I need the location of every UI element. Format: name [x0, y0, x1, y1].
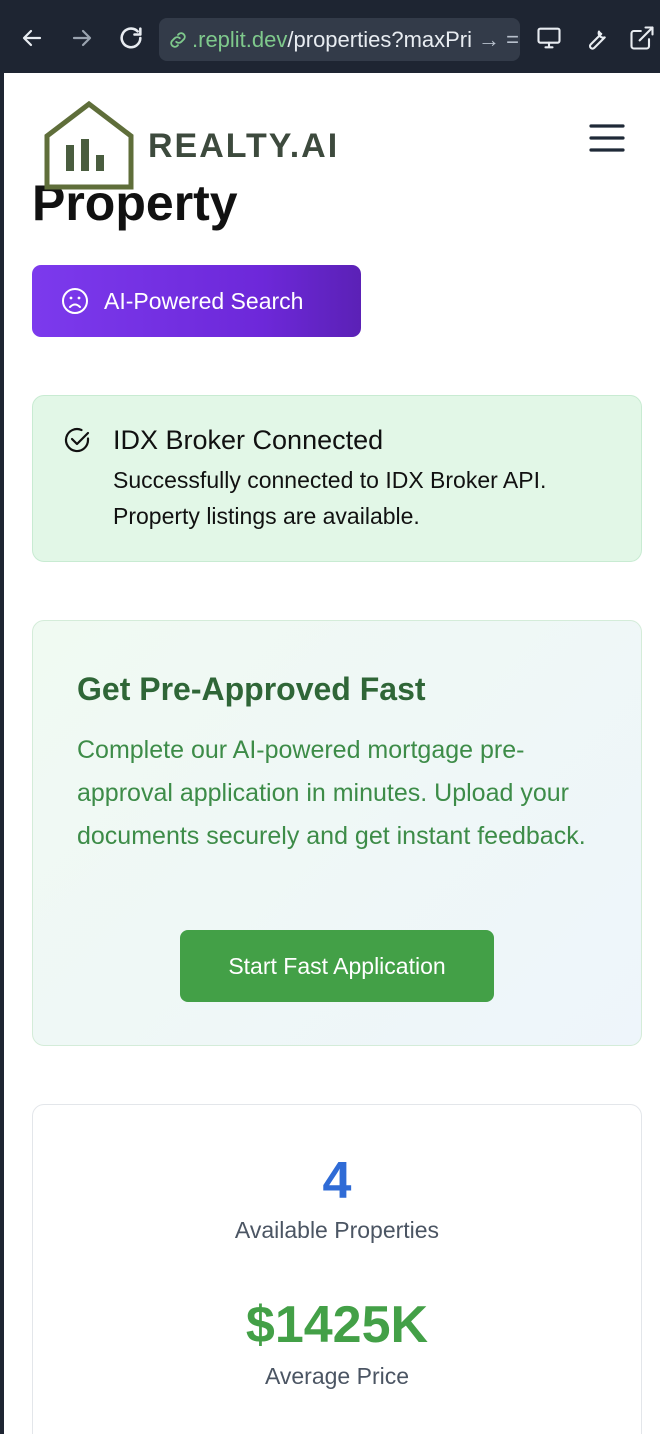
promo-title: Get Pre-Approved Fast: [77, 671, 426, 707]
promo-text: Complete our AI-powered mortgage pre-app…: [77, 736, 586, 850]
url-path: /properties?maxPri: [287, 26, 473, 52]
hamburger-menu-icon[interactable]: [588, 121, 626, 155]
average-price-label: Average Price: [264, 1363, 410, 1389]
sad-face-icon: [62, 288, 88, 314]
address-bar[interactable]: .replit.dev/properties?maxPri → =: [159, 18, 520, 61]
brand-logo[interactable]: REALTY.AI: [44, 101, 339, 191]
external-link-icon[interactable]: [622, 18, 660, 58]
monitor-icon[interactable]: [529, 18, 569, 58]
reload-icon[interactable]: [111, 18, 151, 58]
house-chart-logo-icon: [44, 101, 134, 190]
ai-search-label: AI-Powered Search: [104, 287, 304, 314]
stats-card: 4 Available Properties $1425K Average Pr…: [32, 1104, 642, 1434]
alert-title: IDX Broker Connected: [113, 425, 384, 455]
start-fast-application-button[interactable]: Start Fast Application: [180, 930, 494, 1002]
check-circle-icon: [64, 427, 90, 453]
average-price-value: $1425K: [245, 1296, 429, 1354]
forward-arrow-icon[interactable]: [62, 18, 102, 58]
available-properties-label: Available Properties: [234, 1217, 440, 1243]
back-arrow-icon[interactable]: [12, 18, 52, 58]
url-domain: .replit.dev: [192, 26, 288, 52]
brand-name: REALTY.AI: [148, 126, 340, 165]
url-go-arrow[interactable]: → =: [478, 27, 519, 53]
ai-powered-search-button[interactable]: AI-Powered Search: [32, 265, 361, 337]
browser-toolbar: .replit.dev/properties?maxPri → =: [0, 0, 660, 73]
wrench-icon[interactable]: [576, 18, 616, 58]
page-viewport: Property REALTY.AI AI-Powered Search IDX…: [4, 73, 660, 1434]
alert-body: Successfully connected to IDX Broker API…: [113, 467, 547, 529]
idx-connected-alert: IDX Broker Connected Successfully connec…: [32, 395, 642, 562]
link-icon: [170, 31, 186, 48]
preapproval-card: Get Pre-Approved Fast Complete our AI-po…: [32, 620, 642, 1046]
available-properties-count: 4: [322, 1152, 352, 1210]
